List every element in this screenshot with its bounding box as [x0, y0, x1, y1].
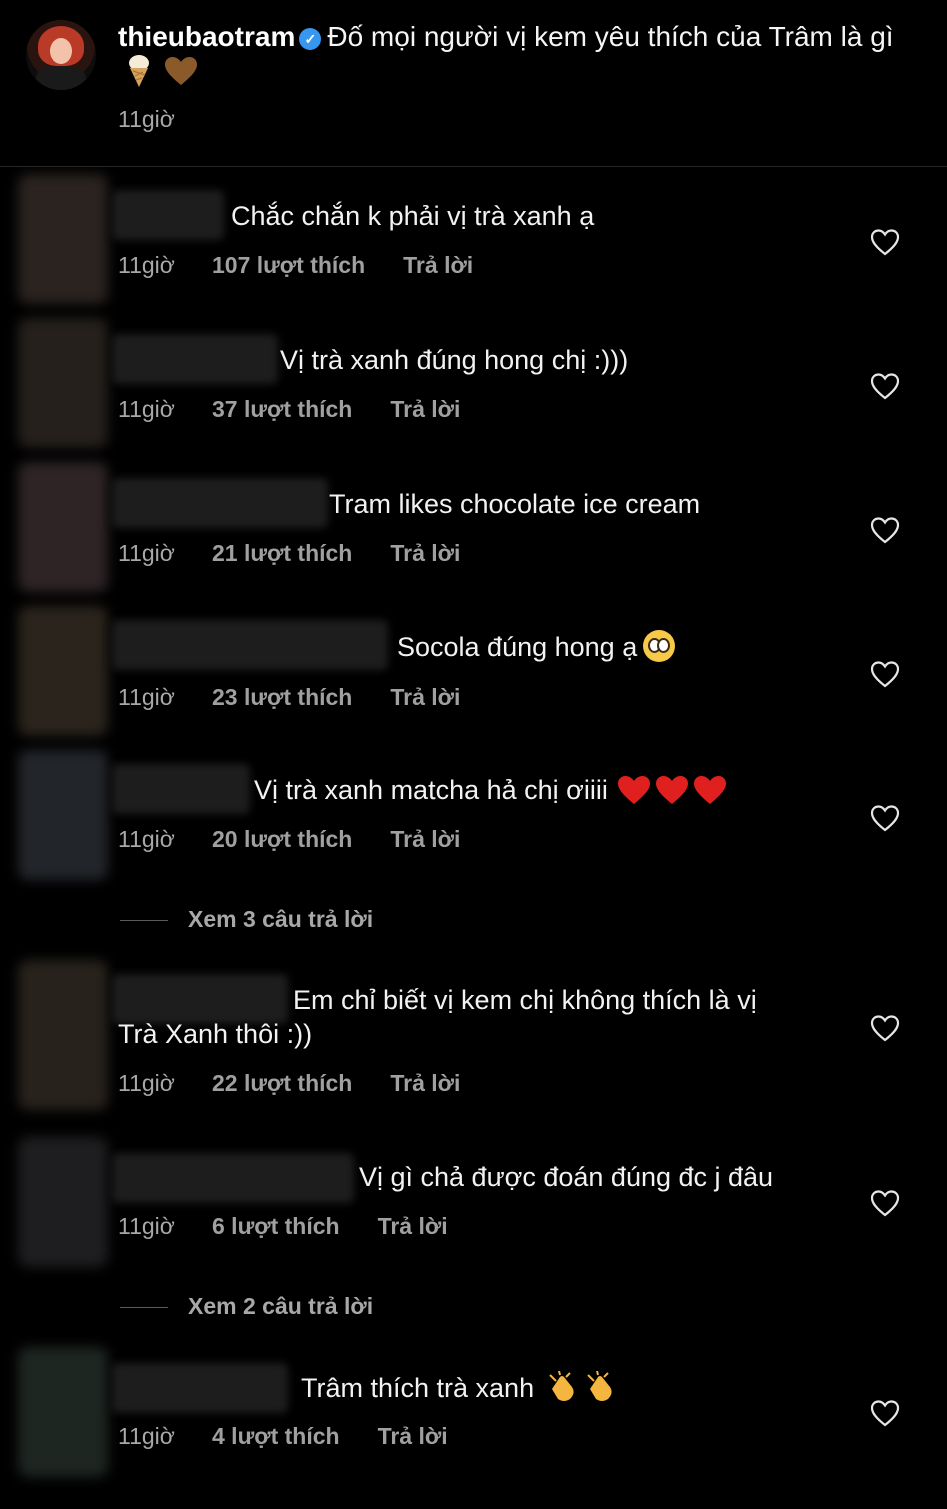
reply-button[interactable]: Trả lời	[390, 396, 460, 423]
commenter-username[interactable]	[112, 190, 224, 240]
view-replies-divider	[120, 1307, 168, 1309]
like-heart-icon[interactable]	[870, 372, 900, 400]
comment-meta: 11giờ 37 lượt thích Trả lời	[118, 396, 460, 423]
comment-text: Socola đúng hong ạ	[397, 630, 676, 664]
reply-button[interactable]: Trả lời	[390, 826, 460, 853]
commenter-avatar[interactable]	[18, 318, 108, 448]
comment-likes[interactable]: 22 lượt thích	[212, 1070, 352, 1097]
comment-time: 11giờ	[118, 252, 175, 278]
view-replies-button[interactable]: Xem 2 câu trả lời	[120, 1293, 373, 1320]
reply-button[interactable]: Trả lời	[378, 1423, 448, 1450]
comment-time: 11giờ	[118, 1213, 175, 1239]
comment-likes[interactable]: 23 lượt thích	[212, 684, 352, 711]
comment-time: 11giờ	[118, 826, 175, 852]
comment-text-line2: Trà Xanh thôi :))	[118, 1019, 313, 1049]
commenter-avatar[interactable]	[18, 1137, 108, 1267]
comment-text-line1: Em chỉ biết vị kem chị không thích là vị	[293, 985, 757, 1015]
reply-button[interactable]: Trả lời	[390, 540, 460, 567]
comment-text-body: Trâm thích trà xanh	[301, 1373, 535, 1403]
brown-heart-icon	[165, 57, 197, 85]
caption-timestamp: 11giờ	[118, 106, 175, 132]
comment-likes[interactable]: 20 lượt thích	[212, 826, 352, 853]
view-replies-label[interactable]: Xem 3 câu trả lời	[188, 906, 373, 932]
reply-button[interactable]: Trả lời	[390, 684, 460, 711]
comment-time: 11giờ	[118, 1070, 175, 1096]
comment-time: 11giờ	[118, 1423, 175, 1449]
clapping-hands-icon	[548, 1371, 574, 1401]
commenter-username[interactable]	[112, 1153, 354, 1203]
commenter-username[interactable]	[112, 334, 278, 384]
comment-time: 11giờ	[118, 396, 175, 422]
comment-likes[interactable]: 21 lượt thích	[212, 540, 352, 567]
caption-text: thieubaotram ✓ Đố mọi người vị kem yêu thí…	[118, 20, 918, 90]
comment-text: Tram likes chocolate ice cream	[329, 489, 701, 519]
author-username[interactable]: thieubaotram	[118, 21, 295, 52]
caption-body: Đố mọi người vị kem yêu thích của Trâm l…	[327, 21, 894, 52]
comment-likes[interactable]: 37 lượt thích	[212, 396, 352, 423]
like-heart-icon[interactable]	[870, 516, 900, 544]
comment-meta: 11giờ 107 lượt thích Trả lời	[118, 252, 473, 279]
author-avatar[interactable]	[26, 20, 96, 90]
commenter-avatar[interactable]	[18, 960, 108, 1110]
comment-likes[interactable]: 4 lượt thích	[212, 1423, 340, 1450]
view-replies-button[interactable]: Xem 3 câu trả lời	[120, 906, 373, 933]
like-heart-icon[interactable]	[870, 804, 900, 832]
comment-time: 11giờ	[118, 540, 175, 566]
like-heart-icon[interactable]	[870, 1014, 900, 1042]
red-heart-icon	[694, 776, 727, 804]
commenter-username[interactable]	[112, 1363, 288, 1413]
comment-text: Trâm thích trà xanh	[301, 1371, 618, 1405]
comment-meta: 11giờ 21 lượt thích Trả lời	[118, 540, 460, 567]
like-heart-icon[interactable]	[870, 1189, 900, 1217]
flushed-face-icon	[643, 630, 676, 662]
comment-meta: 11giờ 20 lượt thích Trả lời	[118, 826, 460, 853]
reply-button[interactable]: Trả lời	[390, 1070, 460, 1097]
verified-badge-icon: ✓	[299, 28, 322, 50]
comment-meta: 11giờ 23 lượt thích Trả lời	[118, 684, 460, 711]
red-heart-icon	[618, 776, 651, 804]
ice-cream-icon	[129, 55, 149, 87]
commenter-avatar[interactable]	[18, 750, 108, 880]
comment-meta: 11giờ 22 lượt thích Trả lời	[118, 1070, 460, 1097]
commenter-username[interactable]	[112, 478, 328, 528]
commenter-avatar[interactable]	[18, 462, 108, 592]
comment-text: Vị trà xanh đúng hong chị :)))	[280, 345, 629, 375]
reply-button[interactable]: Trả lời	[378, 1213, 448, 1240]
comment-meta: 11giờ 6 lượt thích Trả lời	[118, 1213, 448, 1240]
comment-likes[interactable]: 107 lượt thích	[212, 252, 365, 279]
view-replies-divider	[120, 920, 168, 922]
comment-text: Chắc chắn k phải vị trà xanh ạ	[231, 201, 595, 231]
commenter-username[interactable]	[112, 620, 388, 670]
reply-button[interactable]: Trả lời	[403, 252, 473, 279]
comment-text-body: Vị trà xanh matcha hả chị ơiiii	[254, 775, 608, 805]
like-heart-icon[interactable]	[870, 1399, 900, 1427]
red-heart-icon	[656, 776, 689, 804]
commenter-avatar[interactable]	[18, 174, 108, 304]
commenter-avatar[interactable]	[18, 1347, 108, 1477]
commenter-avatar[interactable]	[18, 606, 108, 736]
comment-text: Vị gì chả được đoán đúng đc j đâu	[359, 1162, 774, 1192]
commenter-username[interactable]	[112, 974, 288, 1024]
comment-text: Vị trà xanh matcha hả chị ơiiii	[254, 774, 729, 807]
view-replies-label[interactable]: Xem 2 câu trả lời	[188, 1293, 373, 1319]
commenter-username[interactable]	[112, 764, 250, 814]
like-heart-icon[interactable]	[870, 228, 900, 256]
comment-likes[interactable]: 6 lượt thích	[212, 1213, 340, 1240]
post-caption: thieubaotram ✓ Đố mọi người vị kem yêu thí…	[0, 0, 947, 167]
like-heart-icon[interactable]	[870, 660, 900, 688]
clapping-hands-icon	[586, 1371, 612, 1401]
comment-meta: 11giờ 4 lượt thích Trả lời	[118, 1423, 448, 1450]
comment-time: 11giờ	[118, 684, 175, 710]
comment-text-body: Socola đúng hong ạ	[397, 632, 638, 662]
